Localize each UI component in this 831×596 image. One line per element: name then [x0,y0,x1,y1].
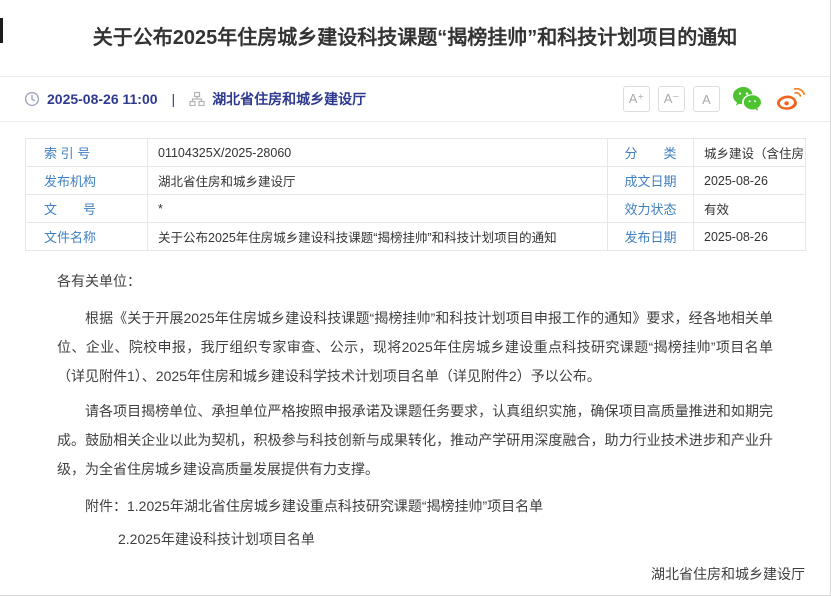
page-title: 关于公布2025年住房城乡建设科技课题“揭榜挂帅”和科技计划项目的通知 [93,25,738,52]
meta-bar: 2025-08-26 11:00 | 湖北省住房和城乡建设厅 A⁺ A⁻ A [0,77,830,122]
wechat-share-icon[interactable] [732,86,762,112]
field-label: 效力状态 [608,195,694,223]
sitemap-icon [189,91,205,107]
field-value: 有效 [694,195,806,223]
field-label: 索 引 号 [26,139,148,167]
field-label: 发布机构 [26,167,148,195]
title-bar: 关于公布2025年住房城乡建设科技课题“揭榜挂帅”和科技计划项目的通知 [0,0,830,77]
field-label: 文件名称 [26,223,148,251]
attachment-item: 2.2025年建设科技计划项目名单 [118,531,315,547]
document-body: 各有关单位： 根据《关于开展2025年住房城乡建设科技课题“揭榜挂帅”和科技计划… [0,251,830,596]
field-value: 2025-08-26 [694,223,806,251]
attachments-label: 附件： [85,498,127,514]
meta-tools: A⁺ A⁻ A [615,86,806,112]
field-value: * [148,195,608,223]
clock-icon [24,91,40,107]
document-info-table: 索 引 号 01104325X/2025-28060 分 类 城乡建设（含住房）… [25,138,806,251]
paragraph: 请各项目揭榜单位、承担单位严格按照申报承诺及课题任务要求，认真组织实施，确保项目… [57,397,773,484]
left-edge-mark [0,18,3,43]
field-value: 01104325X/2025-28060 [148,139,608,167]
table-row: 文件名称 关于公布2025年住房城乡建设科技课题“揭榜挂帅”和科技计划项目的通知… [26,223,806,251]
attachment-line: 2.2025年建设科技计划项目名单 [118,525,773,554]
table-row: 发布机构 湖北省住房和城乡建设厅 成文日期 2025-08-26 [26,167,806,195]
attachment-item: 1.2025年湖北省住房城乡建设重点科技研究课题“揭榜挂帅”项目名单 [127,498,543,514]
field-value: 关于公布2025年住房城乡建设科技课题“揭榜挂帅”和科技计划项目的通知 [148,223,608,251]
font-default-button[interactable]: A [693,86,720,112]
field-label: 文 号 [26,195,148,223]
font-decrease-button[interactable]: A⁻ [658,86,685,112]
meta-separator: | [172,91,176,107]
salutation: 各有关单位： [57,267,773,296]
field-label: 成文日期 [608,167,694,195]
field-label: 分 类 [608,139,694,167]
field-value: 城乡建设（含住房） [694,139,806,167]
table-row: 索 引 号 01104325X/2025-28060 分 类 城乡建设（含住房） [26,139,806,167]
source-link[interactable]: 湖北省住房和城乡建设厅 [212,89,366,109]
table-row: 文 号 * 效力状态 有效 [26,195,806,223]
font-increase-button[interactable]: A⁺ [623,86,650,112]
field-label: 发布日期 [608,223,694,251]
document-page: 关于公布2025年住房城乡建设科技课题“揭榜挂帅”和科技计划项目的通知 2025… [0,0,831,596]
field-value: 2025-08-26 [694,167,806,195]
field-value: 湖北省住房和城乡建设厅 [148,167,608,195]
publish-datetime: 2025-08-26 11:00 [47,91,158,107]
attachment-line: 附件：1.2025年湖北省住房城乡建设重点科技研究课题“揭榜挂帅”项目名单 [57,492,773,521]
meta-info: 2025-08-26 11:00 | 湖北省住房和城乡建设厅 [24,89,366,109]
signature-org: 湖北省住房和城乡建设厅 [57,560,805,589]
paragraph: 根据《关于开展2025年住房城乡建设科技课题“揭榜挂帅”和科技计划项目申报工作的… [57,304,773,391]
weibo-share-icon[interactable] [774,86,806,112]
